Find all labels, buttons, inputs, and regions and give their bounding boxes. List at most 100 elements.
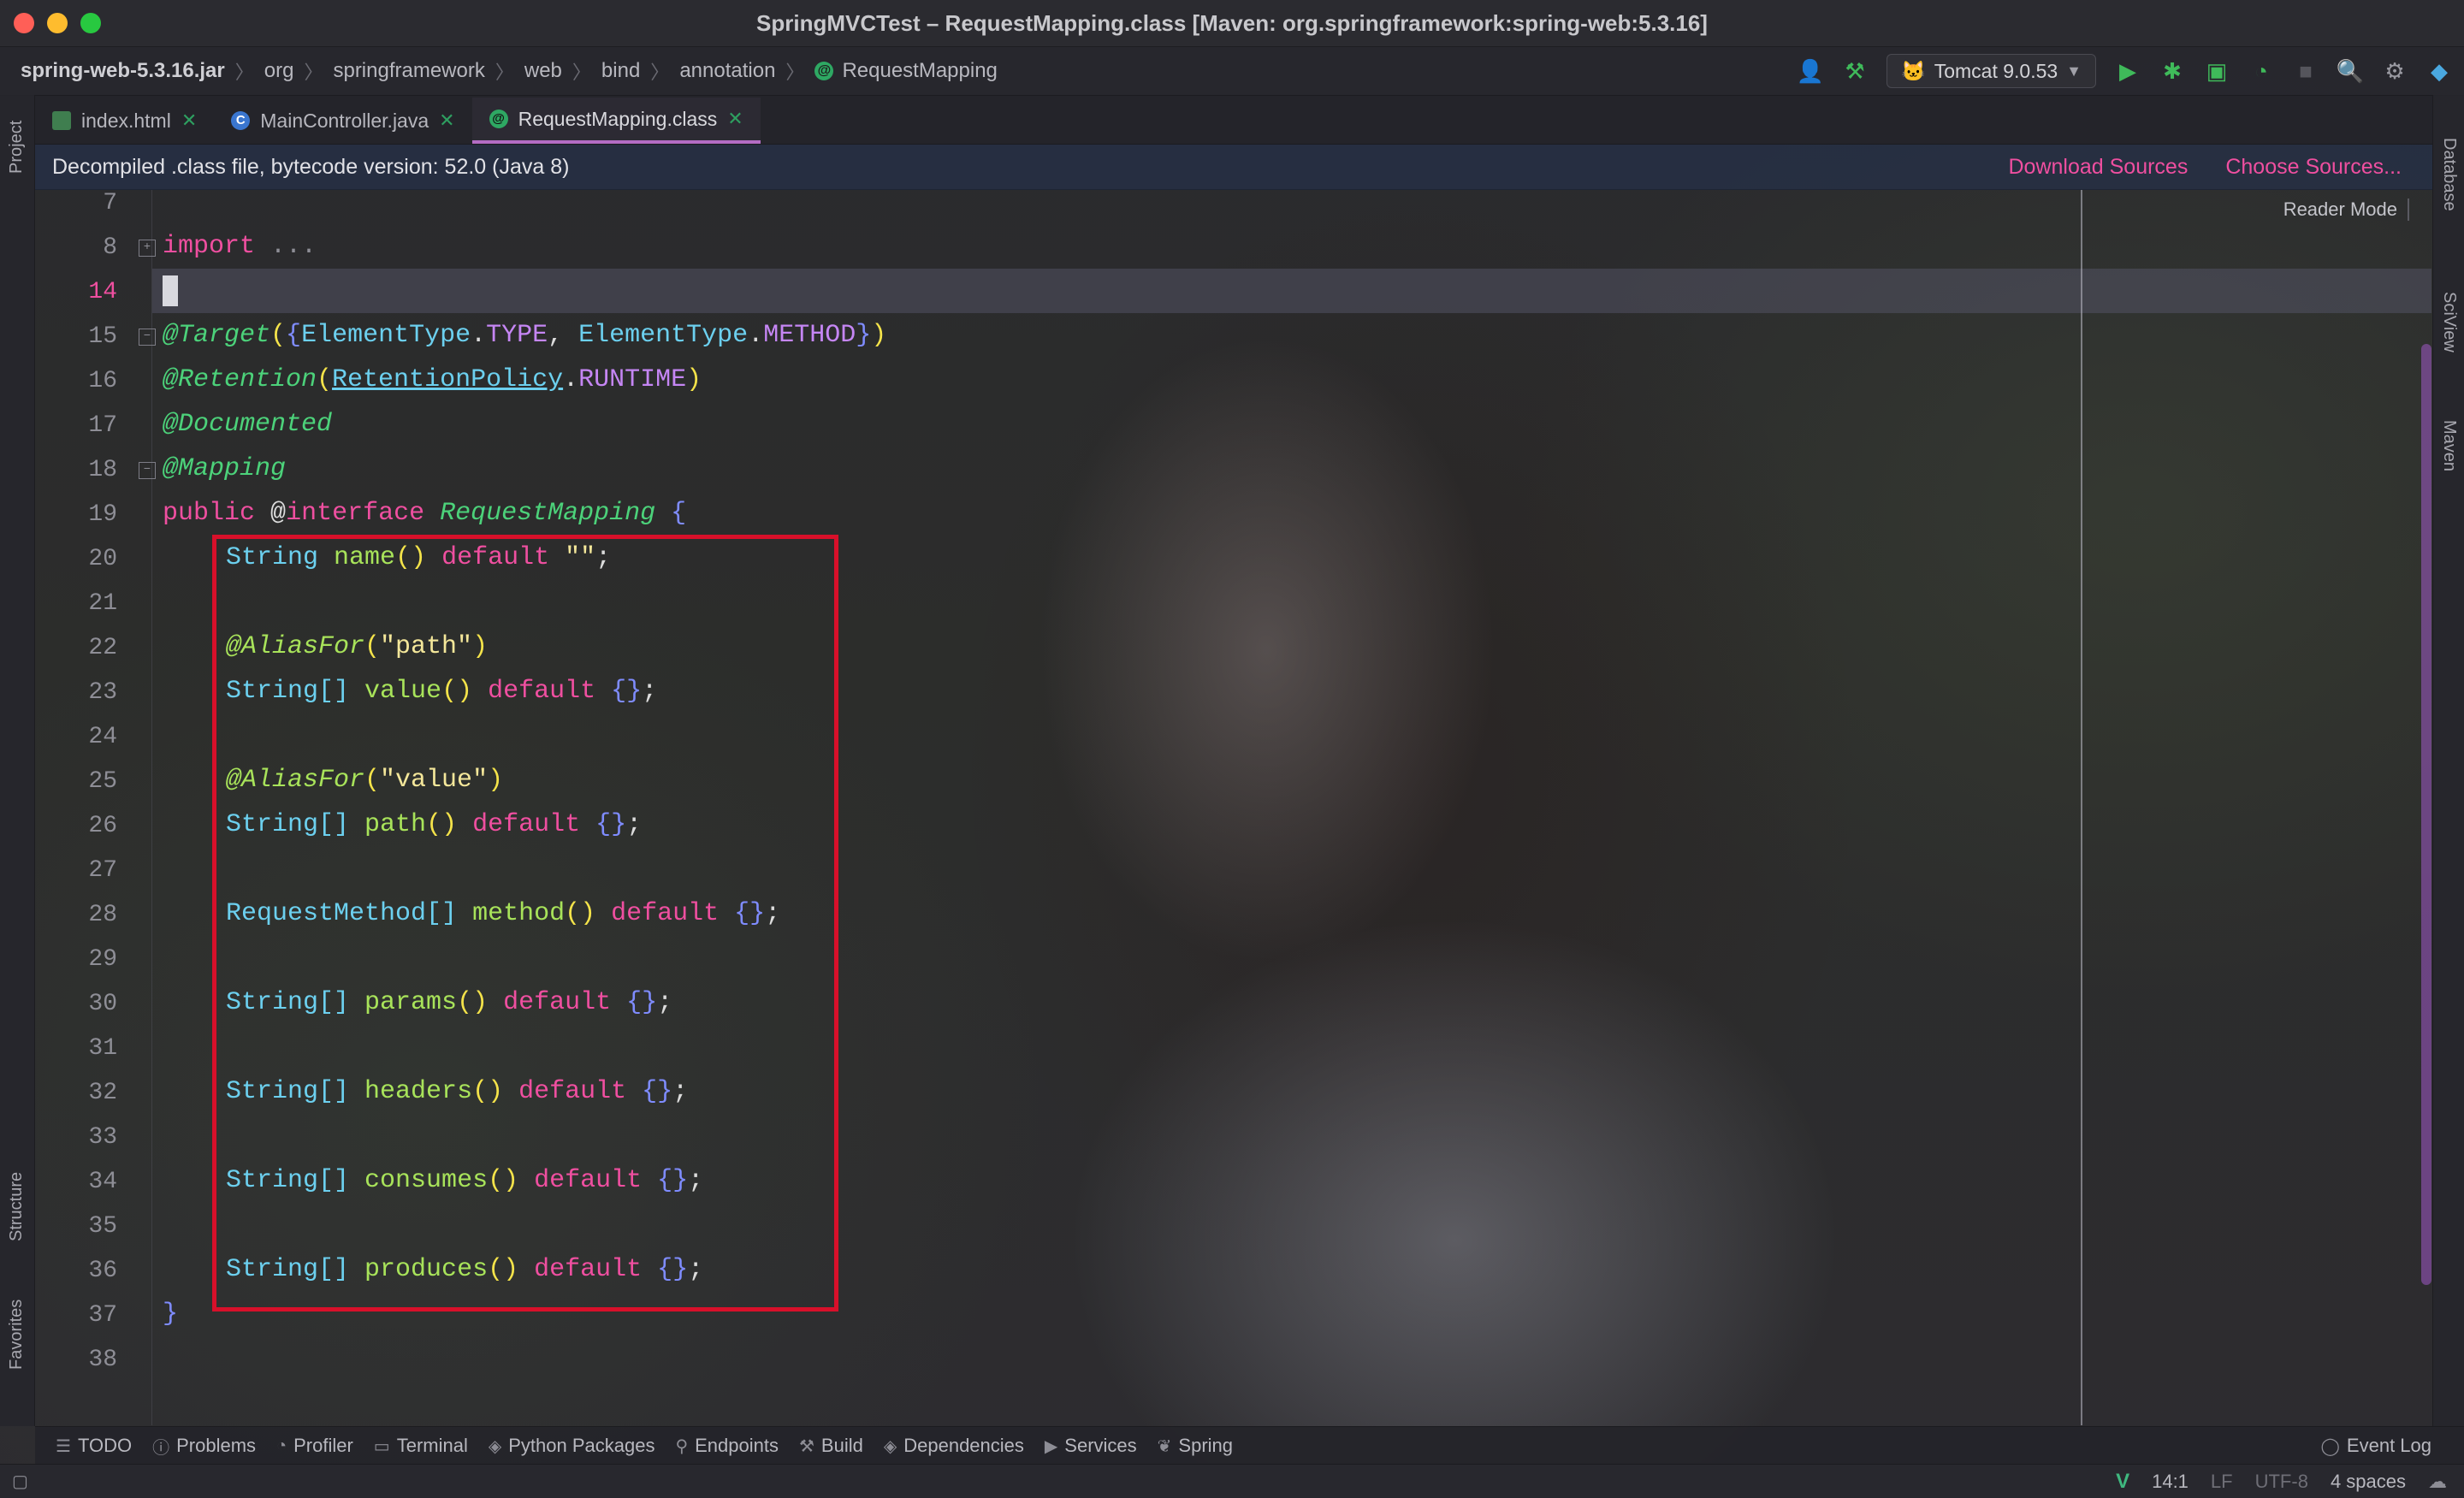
status-bar: ▢ V 14:1 LF UTF-8 4 spaces ☁ bbox=[0, 1464, 2464, 1498]
tool-window-database[interactable]: Database bbox=[2439, 138, 2459, 211]
close-icon[interactable]: ✕ bbox=[727, 108, 743, 130]
breadcrumb-jar[interactable]: spring-web-5.3.16.jar bbox=[21, 59, 225, 83]
decompiled-notice-banner: Decompiled .class file, bytecode version… bbox=[35, 145, 2432, 190]
vertical-scrollbar[interactable] bbox=[2421, 344, 2431, 1285]
toggle-tool-windows-icon[interactable]: ▢ bbox=[12, 1471, 28, 1492]
terminal-icon: ▭ bbox=[373, 1436, 390, 1456]
download-sources-link[interactable]: Download Sources bbox=[2008, 155, 2188, 180]
code-line: @Retention(RetentionPolicy.RUNTIME) bbox=[163, 365, 702, 394]
chat-bubble-icon: ◯ bbox=[2320, 1436, 2340, 1456]
line-number: 34 bbox=[88, 1169, 117, 1195]
reader-mode-toggle[interactable]: Reader Mode bbox=[2283, 198, 2409, 221]
tab-maincontroller[interactable]: C MainController.java ✕ bbox=[214, 98, 471, 144]
line-number: 17 bbox=[88, 412, 117, 439]
breadcrumb-item[interactable]: web bbox=[524, 59, 562, 83]
code-line: public @interface RequestMapping { bbox=[163, 499, 687, 528]
tool-window-dependencies[interactable]: ◈ Dependencies bbox=[884, 1435, 1024, 1457]
html-file-icon bbox=[52, 111, 71, 130]
run-icon[interactable]: ▶ bbox=[2115, 58, 2141, 84]
line-number: 25 bbox=[88, 768, 117, 795]
gear-icon[interactable]: ⚙ bbox=[2382, 58, 2408, 84]
line-number: 23 bbox=[88, 679, 117, 706]
line-number: 7 bbox=[103, 190, 117, 216]
breadcrumb-item[interactable]: org bbox=[264, 59, 294, 83]
breadcrumb-current[interactable]: RequestMapping bbox=[842, 59, 997, 83]
tool-window-build[interactable]: ⚒ Build bbox=[799, 1435, 863, 1457]
indent-setting[interactable]: 4 spaces bbox=[2331, 1471, 2406, 1493]
class-file-icon: C bbox=[231, 111, 251, 130]
chevron-right-icon: 〉 bbox=[495, 62, 514, 83]
leaf-icon: ❦ bbox=[1157, 1436, 1172, 1456]
tool-window-endpoints[interactable]: ⚲ Endpoints bbox=[675, 1435, 779, 1457]
tool-window-todo[interactable]: ☰ TODO bbox=[56, 1435, 132, 1457]
tool-window-structure[interactable]: Structure bbox=[7, 1172, 27, 1241]
line-number: 38 bbox=[88, 1347, 117, 1373]
close-icon[interactable]: ✕ bbox=[439, 110, 454, 132]
tool-window-problems[interactable]: ⓘ Problems bbox=[152, 1434, 256, 1459]
close-window-button[interactable] bbox=[14, 13, 34, 33]
line-separator[interactable]: LF bbox=[2211, 1471, 2233, 1493]
zoom-window-button[interactable] bbox=[80, 13, 101, 33]
window-title: SpringMVCTest – RequestMapping.class [Ma… bbox=[756, 9, 1708, 36]
decompiled-notice-text: Decompiled .class file, bytecode version… bbox=[52, 154, 570, 179]
search-icon[interactable]: 🔍 bbox=[2337, 58, 2364, 84]
code-line: import ... bbox=[163, 232, 317, 261]
tool-window-spring[interactable]: ❦ Spring bbox=[1158, 1435, 1233, 1457]
run-configuration-select[interactable]: 🐱 Tomcat 9.0.53 ▼ bbox=[1886, 54, 2096, 88]
chevron-down-icon: ▼ bbox=[2066, 62, 2082, 80]
line-number: 37 bbox=[88, 1302, 117, 1329]
breadcrumb-item[interactable]: springframework bbox=[333, 59, 484, 83]
debug-icon[interactable]: ✱ bbox=[2159, 58, 2185, 84]
list-icon: ☰ bbox=[56, 1436, 71, 1456]
memory-indicator-icon[interactable]: ☁ bbox=[2428, 1471, 2447, 1493]
tab-label: index.html bbox=[81, 109, 171, 132]
run-with-coverage-icon[interactable]: ▣ bbox=[2204, 58, 2230, 84]
current-line-highlight bbox=[152, 269, 2431, 313]
line-number: 22 bbox=[88, 635, 117, 661]
close-icon[interactable]: ✕ bbox=[181, 110, 197, 132]
line-number: 8 bbox=[103, 234, 117, 261]
ide-logo-icon[interactable]: ◆ bbox=[2426, 58, 2452, 84]
tool-window-terminal[interactable]: ▭ Terminal bbox=[374, 1435, 468, 1457]
event-log-button[interactable]: ◯ Event Log bbox=[2321, 1435, 2431, 1457]
layers-icon: ◈ bbox=[488, 1436, 502, 1456]
tool-window-project[interactable]: Project bbox=[7, 121, 27, 174]
breadcrumb-item[interactable]: bind bbox=[601, 59, 640, 83]
stop-icon[interactable]: ■ bbox=[2293, 58, 2319, 84]
red-annotation-box bbox=[212, 535, 838, 1311]
user-icon[interactable]: 👤 bbox=[1797, 58, 1824, 84]
line-number: 28 bbox=[88, 902, 117, 928]
run-configuration-label: Tomcat 9.0.53 bbox=[1934, 59, 2058, 82]
line-number-current: 14 bbox=[88, 279, 117, 305]
breadcrumb-item[interactable]: annotation bbox=[679, 59, 775, 83]
line-number: 32 bbox=[88, 1080, 117, 1106]
tab-requestmapping[interactable]: @ RequestMapping.class ✕ bbox=[471, 98, 761, 144]
file-encoding[interactable]: UTF-8 bbox=[2255, 1471, 2308, 1493]
chevron-right-icon: 〉 bbox=[304, 62, 323, 83]
tool-window-python-packages[interactable]: ◈ Python Packages bbox=[489, 1435, 655, 1457]
tab-index-html[interactable]: index.html ✕ bbox=[35, 98, 214, 144]
play-circle-icon: ▶ bbox=[1044, 1436, 1058, 1456]
code-editor[interactable]: Reader Mode import ... @Target({ElementT… bbox=[152, 190, 2431, 1425]
caret-position[interactable]: 14:1 bbox=[2152, 1471, 2189, 1493]
minimize-window-button[interactable] bbox=[47, 13, 68, 33]
hammer-icon: ⚒ bbox=[798, 1436, 814, 1456]
chevron-right-icon: 〉 bbox=[572, 62, 591, 83]
code-line: @Target({ElementType.TYPE, ElementType.M… bbox=[163, 321, 887, 350]
chevron-right-icon: 〉 bbox=[650, 62, 670, 83]
left-tool-stripe: Project Structure Favorites bbox=[0, 95, 35, 1426]
endpoints-icon: ⚲ bbox=[675, 1436, 689, 1456]
annotation-type-icon: @ bbox=[814, 62, 834, 80]
chevron-right-icon: 〉 bbox=[785, 62, 805, 83]
tab-label: RequestMapping.class bbox=[518, 107, 718, 130]
tool-window-sciview[interactable]: SciView bbox=[2439, 292, 2459, 352]
tool-window-favorites[interactable]: Favorites bbox=[7, 1300, 27, 1370]
navigation-bar: spring-web-5.3.16.jar 〉 org 〉 springfram… bbox=[0, 47, 2464, 96]
tool-window-maven[interactable]: Maven bbox=[2439, 420, 2459, 471]
tool-window-services[interactable]: ▶ Services bbox=[1045, 1435, 1137, 1457]
build-hammer-icon[interactable]: ⚒ bbox=[1842, 58, 1868, 84]
line-number: 29 bbox=[88, 946, 117, 973]
tool-window-profiler[interactable]: ◔ Profiler bbox=[276, 1435, 353, 1457]
profile-icon[interactable]: ◔ bbox=[2248, 58, 2274, 84]
choose-sources-link[interactable]: Choose Sources... bbox=[2225, 155, 2402, 180]
